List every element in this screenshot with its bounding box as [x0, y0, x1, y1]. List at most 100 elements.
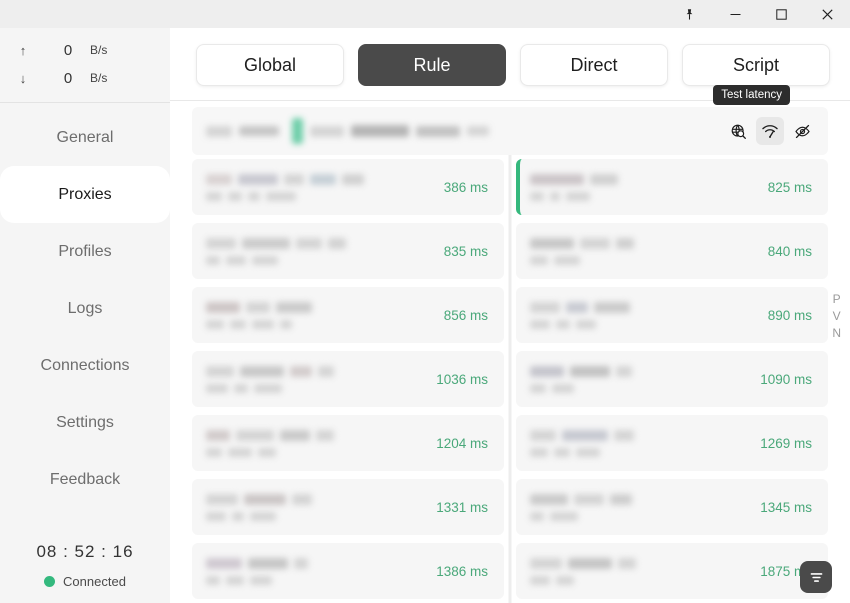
proxy-latency: 1204 ms — [436, 435, 488, 451]
tab-label: Script — [732, 54, 779, 75]
proxy-row[interactable]: 386 ms — [192, 159, 504, 215]
download-rate-unit: B/s — [90, 71, 108, 85]
tab-direct[interactable]: Direct — [520, 44, 668, 86]
pin-icon[interactable] — [666, 0, 712, 28]
maximize-icon[interactable] — [758, 0, 804, 28]
proxy-latency: 1269 ms — [760, 435, 812, 451]
proxy-latency: 1386 ms — [436, 563, 488, 579]
sidebar-item-general[interactable]: General — [0, 109, 170, 166]
tab-label: Global — [243, 54, 297, 75]
close-icon[interactable] — [804, 0, 850, 28]
column-separator — [508, 155, 512, 603]
group-header-actions — [724, 117, 816, 145]
sidebar-item-feedback[interactable]: Feedback — [0, 451, 170, 508]
proxy-group-name-redacted — [192, 118, 489, 144]
download-rate-value: 0 — [63, 69, 73, 87]
sidebar-item-label: Logs — [67, 299, 103, 317]
proxy-row[interactable]: 890 ms — [516, 287, 828, 343]
proxy-latency: 825 ms — [767, 179, 812, 195]
proxy-name-redacted — [530, 365, 760, 393]
tab-script[interactable]: Script — [682, 44, 830, 86]
sidebar-item-settings[interactable]: Settings — [0, 394, 170, 451]
proxy-row[interactable]: 1036 ms — [192, 351, 504, 407]
pvn-letter: V — [832, 308, 841, 323]
tab-global[interactable]: Global — [196, 44, 344, 86]
proxy-latency: 1331 ms — [436, 499, 488, 515]
upload-rate-row: ↑ 0 B/s — [0, 36, 170, 64]
proxy-row[interactable]: 1204 ms — [192, 415, 504, 471]
check-availability-icon[interactable] — [724, 117, 752, 145]
upload-rate-unit: B/s — [90, 43, 108, 57]
traffic-meter: ↑ 0 B/s ↓ 0 B/s — [0, 28, 170, 98]
sidebar-item-label: Connections — [40, 356, 130, 374]
proxy-row[interactable]: 840 ms — [516, 223, 828, 279]
proxy-latency: 835 ms — [443, 243, 488, 259]
sidebar-nav: General Proxies Profiles Logs Connection… — [0, 103, 170, 508]
title-bar — [0, 0, 850, 28]
proxy-row-selected[interactable]: 825 ms — [516, 159, 828, 215]
proxy-name-redacted — [206, 173, 444, 201]
sidebar-item-label: Profiles — [58, 242, 112, 260]
vertical-provider-label: P V N — [832, 293, 841, 339]
hide-unavailable-icon[interactable] — [788, 117, 816, 145]
proxy-row[interactable]: 1090 ms — [516, 351, 828, 407]
proxy-row[interactable]: 1875 ms — [516, 543, 828, 599]
proxy-name-redacted — [530, 173, 768, 201]
proxy-name-redacted — [530, 301, 768, 329]
tab-label: Direct — [570, 54, 618, 75]
proxy-row[interactable]: 856 ms — [192, 287, 504, 343]
connection-status: Connected — [0, 574, 170, 589]
proxy-row[interactable]: 1386 ms — [192, 543, 504, 599]
proxy-latency: 386 ms — [443, 179, 488, 195]
proxy-name-redacted — [206, 493, 436, 521]
main-content: Global Rule Direct Script Test latency 3… — [170, 28, 850, 603]
pvn-letter: N — [832, 325, 841, 340]
sidebar-item-label: Settings — [56, 413, 114, 431]
sidebar-item-profiles[interactable]: Profiles — [0, 223, 170, 280]
upload-rate-value: 0 — [63, 41, 73, 59]
status-badge: Connected — [63, 574, 126, 589]
proxy-latency: 1345 ms — [760, 499, 812, 515]
proxy-latency: 1036 ms — [436, 371, 488, 387]
sidebar-item-label: General — [56, 128, 114, 146]
sidebar-item-label: Feedback — [49, 470, 121, 488]
sidebar-item-label: Proxies — [58, 185, 112, 203]
proxy-name-redacted — [530, 429, 760, 457]
proxy-name-redacted — [206, 429, 436, 457]
proxy-latency: 1090 ms — [760, 371, 812, 387]
sidebar: ↑ 0 B/s ↓ 0 B/s General Proxies Profiles… — [0, 28, 170, 603]
uptime-clock: 08 : 52 : 16 — [36, 542, 134, 561]
proxy-latency: 840 ms — [767, 243, 812, 259]
proxy-name-redacted — [206, 365, 436, 393]
proxy-group-header[interactable]: Test latency — [192, 85, 828, 155]
test-latency-icon[interactable] — [756, 117, 784, 145]
download-rate-row: ↓ 0 B/s — [0, 64, 170, 92]
sidebar-status: 08 : 52 : 16 Connected — [0, 542, 170, 603]
proxy-column-right: 825 ms 840 ms 890 ms 1090 ms 1269 ms 134… — [516, 159, 828, 599]
proxy-name-redacted — [530, 493, 760, 521]
filter-button[interactable] — [800, 561, 832, 593]
status-indicator-dot — [44, 576, 56, 587]
proxy-name-redacted — [530, 557, 760, 585]
tab-label: Rule — [413, 54, 451, 75]
sidebar-item-proxies[interactable]: Proxies — [0, 166, 170, 223]
proxy-row[interactable]: 1345 ms — [516, 479, 828, 535]
pvn-letter: P — [832, 291, 841, 306]
app-shell: ↑ 0 B/s ↓ 0 B/s General Proxies Profiles… — [0, 28, 850, 603]
proxy-row[interactable]: 835 ms — [192, 223, 504, 279]
proxy-name-redacted — [530, 237, 768, 265]
filter-icon — [809, 570, 824, 585]
proxy-row[interactable]: 1269 ms — [516, 415, 828, 471]
sidebar-item-connections[interactable]: Connections — [0, 337, 170, 394]
tooltip-test-latency: Test latency — [713, 85, 790, 105]
proxy-list[interactable]: 386 ms 835 ms 856 ms 1036 ms 1204 ms 133… — [170, 155, 850, 603]
proxy-name-redacted — [206, 301, 444, 329]
proxy-name-redacted — [206, 557, 436, 585]
upload-arrow-icon: ↑ — [19, 42, 27, 58]
download-arrow-icon: ↓ — [19, 70, 27, 86]
sidebar-item-logs[interactable]: Logs — [0, 280, 170, 337]
proxy-latency: 856 ms — [443, 307, 488, 323]
minimize-icon[interactable] — [712, 0, 758, 28]
proxy-row[interactable]: 1331 ms — [192, 479, 504, 535]
tab-rule[interactable]: Rule — [358, 44, 506, 86]
